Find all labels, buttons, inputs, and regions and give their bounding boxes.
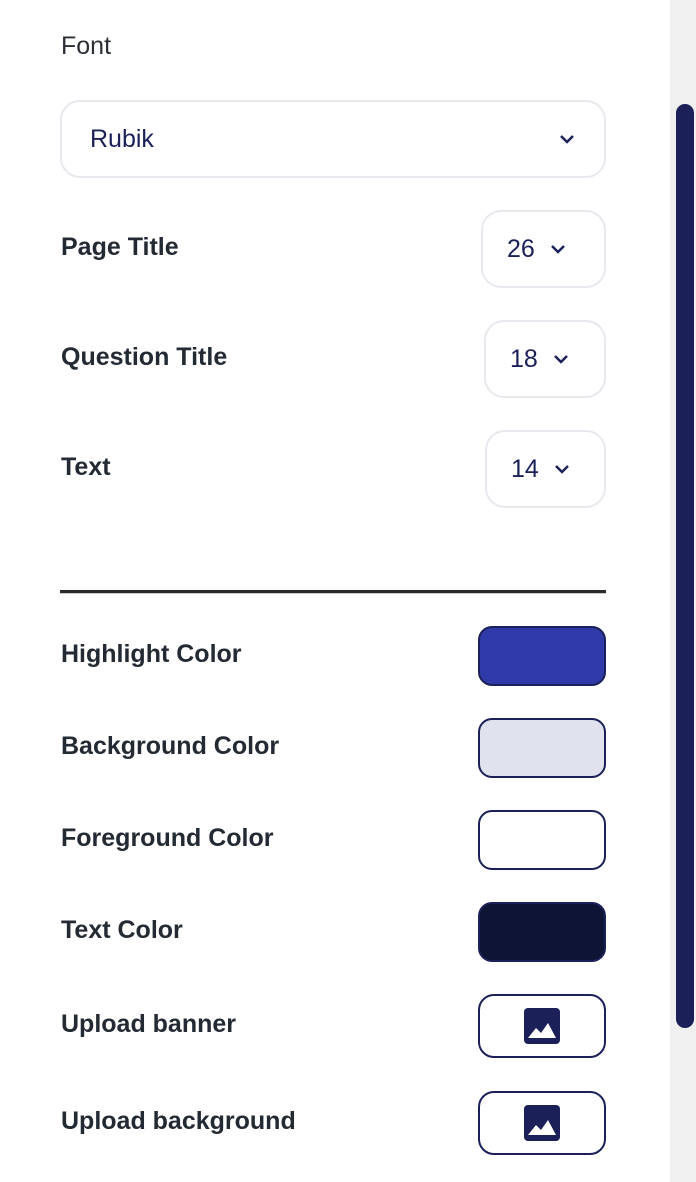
text-size-value: 14: [511, 454, 539, 483]
font-label: Font: [61, 32, 112, 60]
chevron-down-icon: [554, 465, 569, 474]
upload-background-button[interactable]: [478, 1091, 606, 1155]
background-color-label: Background Color: [61, 732, 280, 760]
upload-background-label: Upload background: [61, 1107, 296, 1135]
image-icon: [524, 1008, 560, 1044]
question-title-size-label: Question Title: [61, 343, 228, 371]
font-select-value: Rubik: [90, 124, 154, 153]
text-color-label: Text Color: [61, 916, 183, 944]
foreground-color-swatch[interactable]: [478, 810, 606, 870]
theme-settings-panel: Font Rubik Page Title 26 Question Title …: [0, 0, 670, 1182]
question-title-size-select[interactable]: 18: [484, 320, 606, 398]
section-divider: [60, 590, 606, 594]
scrollbar-thumb[interactable]: [676, 104, 694, 1028]
text-color-swatch[interactable]: [478, 902, 606, 962]
page-title-size-select[interactable]: 26: [481, 210, 606, 288]
chevron-down-icon: [560, 135, 574, 144]
text-size-select[interactable]: 14: [485, 430, 606, 508]
highlight-color-swatch[interactable]: [478, 626, 606, 686]
chevron-down-icon: [550, 245, 565, 254]
page-title-size-label: Page Title: [61, 233, 179, 261]
upload-banner-button[interactable]: [478, 994, 606, 1058]
upload-banner-label: Upload banner: [61, 1010, 237, 1038]
highlight-color-label: Highlight Color: [61, 640, 242, 668]
font-select[interactable]: Rubik: [60, 100, 606, 178]
text-size-label: Text: [61, 453, 111, 481]
background-color-swatch[interactable]: [478, 718, 606, 778]
page-title-size-value: 26: [507, 234, 535, 263]
chevron-down-icon: [553, 355, 568, 364]
foreground-color-label: Foreground Color: [61, 824, 274, 852]
image-icon: [524, 1105, 560, 1141]
question-title-size-value: 18: [510, 344, 538, 373]
